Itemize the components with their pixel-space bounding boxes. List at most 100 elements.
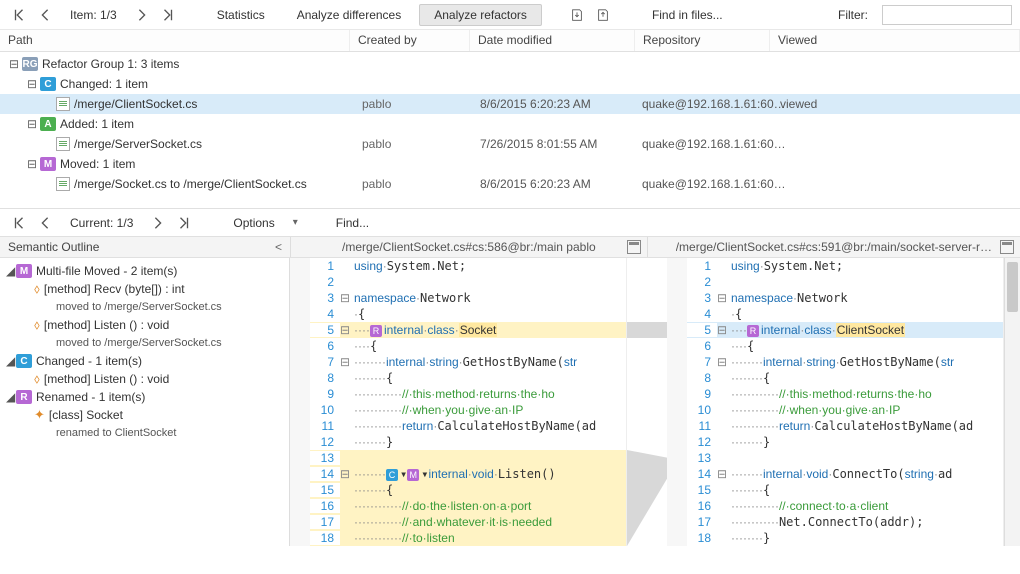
changed-label: Changed: 1 item [60,77,148,91]
code-line[interactable]: 6····{ [310,338,626,354]
outline-item[interactable]: ⬨ [method] Listen () : void [6,370,283,388]
line-number: 16 [687,499,717,513]
code-line[interactable]: 5⊟····Rinternal·class·Socket [310,322,626,338]
tree-row-added[interactable]: ⊟ A Added: 1 item [0,114,1020,134]
cell-viewed: viewed [780,97,817,111]
code-line[interactable]: 14⊟········C▾M▾internal·void·Listen() [310,466,626,482]
fold-icon[interactable]: ⊟ [340,291,354,305]
fold-icon[interactable]: ⊟ [717,291,731,305]
code-line[interactable]: 1using·System.Net; [310,258,626,274]
statistics-button[interactable]: Statistics [203,5,279,25]
expand-icon[interactable]: ⊟ [26,78,38,90]
code-line[interactable]: 12········} [310,434,626,450]
outline-group-moved[interactable]: ◢M Multi-file Moved - 2 item(s) [6,262,283,280]
code-line[interactable]: 8········{ [687,370,1003,386]
code-line[interactable]: 12········} [687,434,1003,450]
code-line[interactable]: 9············//·this·method·returns·the·… [687,386,1003,402]
code-line[interactable]: 7⊟········internal·string·GetHostByName(… [310,354,626,370]
code-line[interactable]: 4·{ [310,306,626,322]
outline-item[interactable]: ⬨ [method] Listen () : void [6,316,283,334]
code-line[interactable]: 10············//·when·you·give·an·IP [687,402,1003,418]
left-code-pane[interactable]: 1using·System.Net;23⊟namespace·Network4·… [290,258,627,546]
fold-icon[interactable]: ⊟ [717,467,731,481]
find-button[interactable]: Find... [322,213,383,233]
outline-item[interactable]: ⬨ [method] Recv (byte[]) : int [6,280,283,298]
line-number: 6 [310,339,340,353]
expand-icon[interactable]: ⊟ [26,158,38,170]
analyze-differences-button[interactable]: Analyze differences [283,5,416,25]
first-item-button[interactable] [8,4,30,26]
code-line[interactable]: 4·{ [687,306,1003,322]
code-line[interactable]: 2 [310,274,626,290]
outline-group-renamed[interactable]: ◢R Renamed - 1 item(s) [6,388,283,406]
fold-icon[interactable]: ⊟ [340,467,354,481]
code-line[interactable]: 8········{ [310,370,626,386]
last-item-button[interactable] [157,4,179,26]
filter-input[interactable] [882,5,1012,25]
code-line[interactable]: 15········{ [310,482,626,498]
export-icon[interactable] [566,4,588,26]
right-code-pane[interactable]: 1using·System.Net;23⊟namespace·Network4·… [667,258,1004,546]
code-text: ············Net.ConnectTo(addr); [731,515,1003,529]
maximize-icon[interactable] [627,240,641,254]
code-text: ········C▾M▾internal·void·Listen() [354,467,626,481]
line-number: 3 [687,291,717,305]
col-date[interactable]: Date modified [470,30,635,51]
fold-icon[interactable]: ⊟ [717,323,731,337]
find-in-files-button[interactable]: Find in files... [638,5,737,25]
code-line[interactable]: 6····{ [687,338,1003,354]
code-line[interactable]: 10············//·when·you·give·an·IP [310,402,626,418]
outline-item[interactable]: ✦ [class] Socket [6,406,283,424]
chevron-down-icon[interactable]: ▾ [293,217,298,228]
outline-group-changed[interactable]: ◢C Changed - 1 item(s) [6,352,283,370]
tree-row-changed[interactable]: ⊟ C Changed: 1 item [0,74,1020,94]
line-number: 4 [310,307,340,321]
tree-row-file[interactable]: /merge/Socket.cs to /merge/ClientSocket.… [0,174,1020,194]
code-line[interactable]: 2 [687,274,1003,290]
code-line[interactable]: 3⊟namespace·Network [687,290,1003,306]
col-path[interactable]: Path [0,30,350,51]
col-repository[interactable]: Repository [635,30,770,51]
last-diff-button[interactable] [173,212,195,234]
code-line[interactable]: 9············//·this·method·returns·the·… [310,386,626,402]
maximize-icon[interactable] [1000,240,1014,254]
scrollbar-thumb[interactable] [1007,262,1018,312]
code-line[interactable]: 18············//·to·listen [310,530,626,546]
next-diff-button[interactable] [147,212,169,234]
collapse-outline-icon[interactable]: < [275,240,282,254]
expand-icon[interactable]: ⊟ [26,118,38,130]
code-line[interactable]: 5⊟····Rinternal·class·ClientSocket [687,322,1003,338]
code-line[interactable]: 15········{ [687,482,1003,498]
code-line[interactable]: 16············//·do·the·listen·on·a·port [310,498,626,514]
vertical-scrollbar[interactable] [1004,258,1020,546]
options-button[interactable]: Options [219,213,288,233]
code-line[interactable]: 3⊟namespace·Network [310,290,626,306]
col-created[interactable]: Created by [350,30,470,51]
fold-icon[interactable]: ⊟ [340,323,354,337]
tree-row-group[interactable]: ⊟ RG Refactor Group 1: 3 items [0,54,1020,74]
tree-row-moved[interactable]: ⊟ M Moved: 1 item [0,154,1020,174]
fold-icon[interactable]: ⊟ [340,355,354,369]
code-line[interactable]: 17············//·and·whatever·it·is·need… [310,514,626,530]
code-line[interactable]: 13 [687,450,1003,466]
code-line[interactable]: 11············return·CalculateHostByName… [687,418,1003,434]
code-line[interactable]: 13 [310,450,626,466]
col-viewed[interactable]: Viewed [770,30,1020,51]
tree-row-file[interactable]: /merge/ServerSocket.cs pablo 7/26/2015 8… [0,134,1020,154]
import-icon[interactable] [592,4,614,26]
code-line[interactable]: 16············//·connect·to·a·client [687,498,1003,514]
code-line[interactable]: 14⊟········internal·void·ConnectTo(strin… [687,466,1003,482]
analyze-refactors-button[interactable]: Analyze refactors [419,4,542,26]
code-line[interactable]: 7⊟········internal·string·GetHostByName(… [687,354,1003,370]
code-line[interactable]: 1using·System.Net; [687,258,1003,274]
first-diff-button[interactable] [8,212,30,234]
tree-row-file[interactable]: /merge/ClientSocket.cs pablo 8/6/2015 6:… [0,94,1020,114]
expand-icon[interactable]: ⊟ [8,58,20,70]
prev-diff-button[interactable] [34,212,56,234]
prev-item-button[interactable] [34,4,56,26]
code-line[interactable]: 11············return·CalculateHostByName… [310,418,626,434]
code-line[interactable]: 17············Net.ConnectTo(addr); [687,514,1003,530]
next-item-button[interactable] [131,4,153,26]
code-line[interactable]: 18········} [687,530,1003,546]
fold-icon[interactable]: ⊟ [717,355,731,369]
